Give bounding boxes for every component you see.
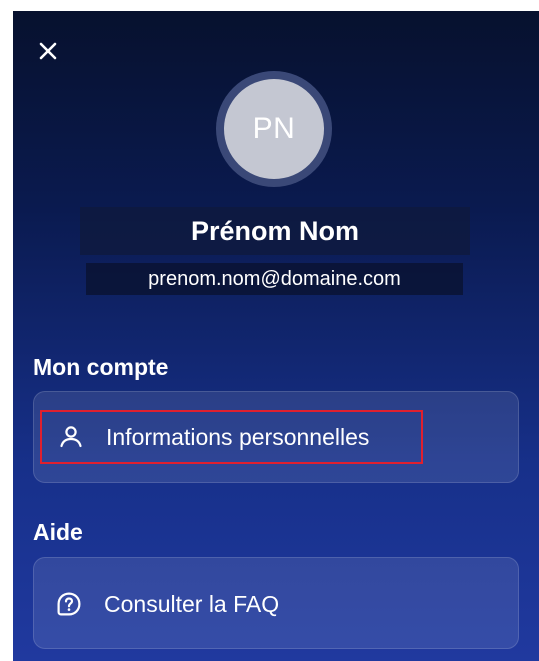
section-title-mon-compte: Mon compte [33, 354, 169, 380]
help-card: Consulter la FAQ [33, 557, 519, 649]
user-email: prenom.nom@domaine.com [86, 263, 463, 295]
user-name: Prénom Nom [80, 207, 470, 255]
close-button[interactable] [35, 38, 61, 64]
personal-info-label: Informations personnelles [106, 423, 370, 450]
section-title-aide: Aide [33, 519, 83, 545]
personal-info-item[interactable]: Informations personnelles [40, 410, 423, 464]
avatar: PN [224, 79, 324, 179]
faq-item[interactable]: Consulter la FAQ [56, 577, 356, 631]
faq-label: Consulter la FAQ [104, 590, 280, 617]
person-icon [58, 424, 84, 450]
avatar-ring: PN [216, 71, 332, 187]
close-icon [39, 42, 57, 60]
question-circle-icon [56, 591, 82, 617]
account-card: Informations personnelles [33, 391, 519, 483]
account-menu-panel: PN Prénom Nom prenom.nom@domaine.com Mon… [13, 11, 539, 661]
avatar-initials: PN [252, 112, 296, 145]
